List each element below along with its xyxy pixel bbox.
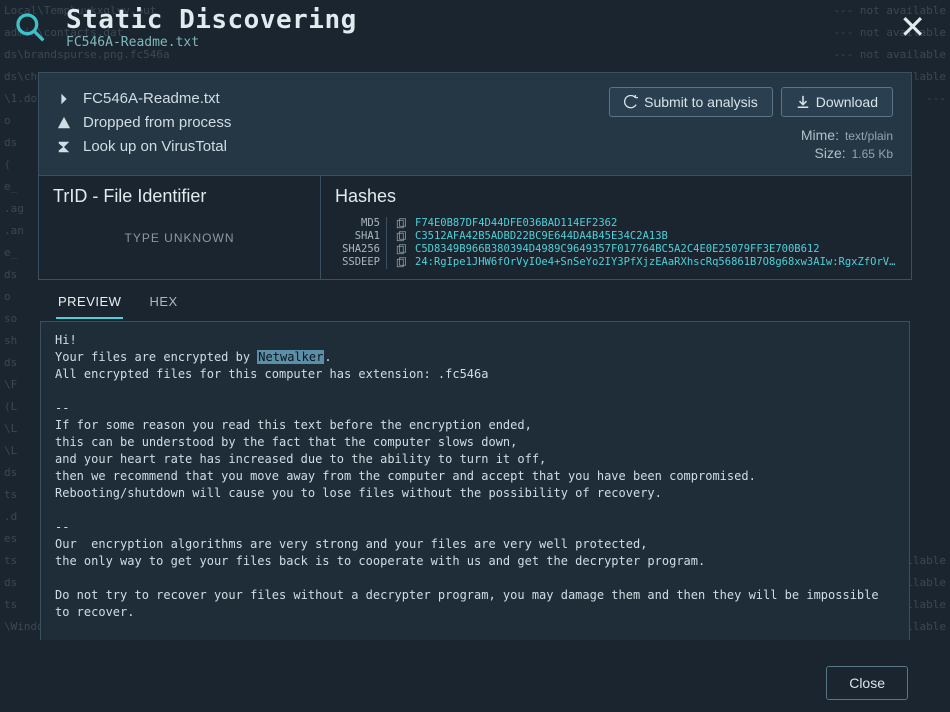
- modal-header: FC546A-Readme.txt Dropped from process L…: [38, 72, 912, 176]
- hash-label: SHA1: [335, 230, 387, 243]
- hash-row: SSDEEP 24:RgIpe1JHW6fOrVyIOe4+SnSeYo2IY3P…: [335, 256, 897, 269]
- preview-content[interactable]: Hi! Your files are encrypted by Netwalke…: [40, 321, 910, 640]
- page-subtitle: FC546A-Readme.txt: [66, 35, 889, 50]
- modal-footer: Close: [38, 640, 912, 704]
- hash-value: C5D8349B966B380394D4989C9649357F017764BC…: [415, 243, 820, 256]
- search-icon[interactable]: [14, 11, 46, 43]
- filename-label: FC546A-Readme.txt: [83, 87, 220, 111]
- trid-title: TrID - File Identifier: [53, 186, 306, 207]
- hash-label: MD5: [335, 217, 387, 230]
- sigma-icon: [57, 140, 71, 154]
- copy-icon[interactable]: [395, 218, 407, 230]
- hashes-title: Hashes: [335, 186, 897, 207]
- virustotal-label: Look up on VirusTotal: [83, 135, 227, 159]
- hash-value: 24:RgIpe1JHW6fOrVyIOe4+SnSeYo2IY3PfXjzEA…: [415, 256, 897, 269]
- close-icon[interactable]: ✕: [889, 4, 936, 50]
- refresh-icon: [624, 95, 638, 109]
- dropped-label: Dropped from process: [83, 111, 231, 135]
- copy-icon[interactable]: [395, 257, 407, 269]
- highlight-netwalker: Netwalker: [257, 350, 324, 364]
- filename-row[interactable]: FC546A-Readme.txt: [57, 87, 609, 111]
- mime-value: text/plain: [845, 129, 893, 143]
- copy-icon[interactable]: [395, 244, 407, 256]
- page-title: Static Discovering: [66, 5, 889, 35]
- hash-label: SSDEEP: [335, 256, 387, 269]
- modal-mid: TrID - File Identifier TYPE UNKNOWN Hash…: [38, 176, 912, 280]
- download-button[interactable]: Download: [781, 87, 893, 117]
- tab-preview[interactable]: PREVIEW: [56, 290, 123, 319]
- download-label: Download: [816, 94, 878, 110]
- hash-row: SHA256 C5D8349B966B380394D4989C9649357F01…: [335, 243, 897, 256]
- dropped-row[interactable]: Dropped from process: [57, 111, 609, 135]
- mime-label: Mime:: [801, 127, 839, 143]
- close-button[interactable]: Close: [826, 666, 908, 700]
- hash-row: SHA1 C3512AFA42B5ADBD22BC9E644DA4B45E34C2…: [335, 230, 897, 243]
- hash-value: C3512AFA42B5ADBD22BC9E644DA4B45E34C2A13B: [415, 230, 668, 243]
- size-row: Size: 1.65 Kb: [815, 145, 894, 161]
- trid-status: TYPE UNKNOWN: [53, 217, 306, 251]
- chevron-right-icon: [57, 92, 71, 106]
- hash-row: MD5 F74E0B87DF4D44DFE036BAD114EF2362: [335, 217, 897, 230]
- hashes-panel: Hashes MD5 F74E0B87DF4D44DFE036BAD114EF23…: [321, 176, 911, 279]
- warning-icon: [57, 116, 71, 130]
- tab-hex[interactable]: HEX: [147, 290, 179, 319]
- mime-row: Mime: text/plain: [801, 127, 893, 143]
- hash-label: SHA256: [335, 243, 387, 256]
- submit-analysis-button[interactable]: Submit to analysis: [609, 87, 773, 117]
- copy-icon[interactable]: [395, 231, 407, 243]
- top-bar: Static Discovering FC546A-Readme.txt ✕: [0, 0, 950, 54]
- trid-panel: TrID - File Identifier TYPE UNKNOWN: [39, 176, 321, 279]
- hash-value: F74E0B87DF4D44DFE036BAD114EF2362: [415, 217, 617, 230]
- virustotal-row[interactable]: Look up on VirusTotal: [57, 135, 609, 159]
- download-icon: [796, 95, 810, 109]
- submit-label: Submit to analysis: [644, 94, 758, 110]
- file-info-modal: FC546A-Readme.txt Dropped from process L…: [38, 72, 912, 704]
- size-label: Size:: [815, 145, 846, 161]
- size-value: 1.65 Kb: [852, 147, 893, 161]
- tab-bar: PREVIEW HEX: [38, 280, 912, 319]
